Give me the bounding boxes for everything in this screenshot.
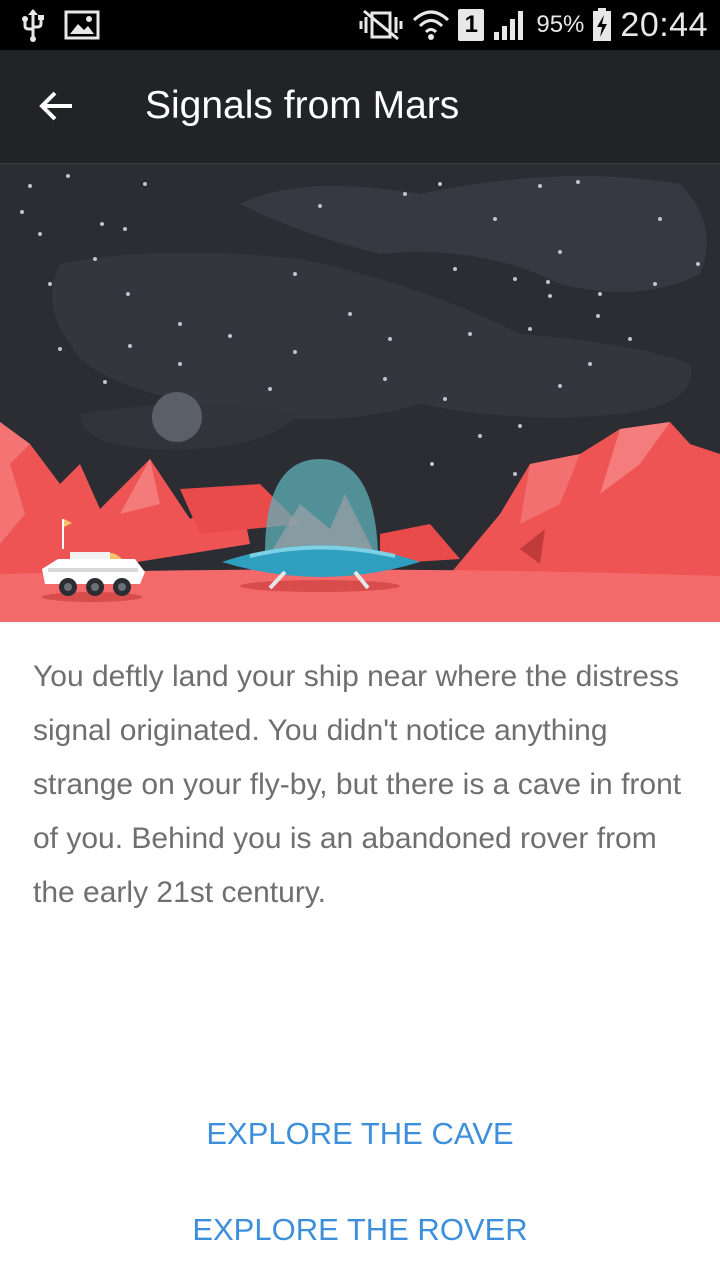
wifi-icon [413, 10, 450, 40]
status-bar: 1 95% 20:44 [0, 0, 720, 50]
story-text: You deftly land your ship near where the… [33, 660, 682, 909]
mars-landing-illustration [0, 164, 720, 622]
signal-icon [494, 11, 524, 40]
page-title: Signals from Mars [145, 84, 460, 127]
sim-icon: 1 [458, 9, 485, 41]
arrow-back-icon [39, 91, 72, 121]
explore-rover-button[interactable]: EXPLORE THE ROVER [0, 1212, 720, 1248]
image-icon [64, 10, 100, 40]
clock: 20:44 [620, 5, 708, 44]
explore-cave-button[interactable]: EXPLORE THE CAVE [0, 1116, 720, 1152]
app-bar: Signals from Mars [0, 50, 720, 164]
battery-percent: 95% [536, 11, 585, 38]
battery-charging-icon [593, 8, 612, 41]
usb-icon [22, 9, 44, 42]
back-button[interactable] [24, 74, 88, 138]
vibrate-icon [359, 9, 403, 41]
